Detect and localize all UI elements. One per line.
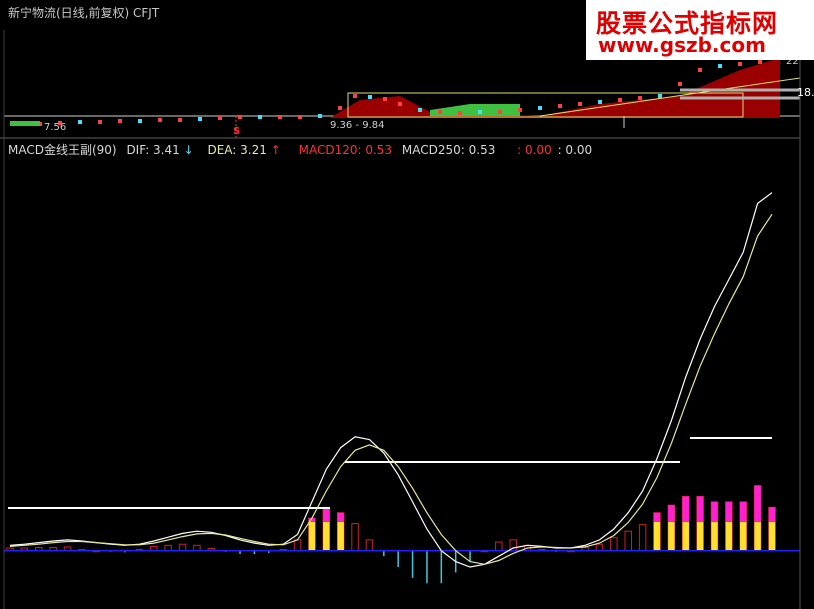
price-area-green-left xyxy=(10,121,40,126)
price-candle xyxy=(498,110,502,114)
price-area xyxy=(330,58,780,118)
price-candle xyxy=(258,115,262,119)
macd-bar-highlight xyxy=(653,521,661,551)
sell-marker: S xyxy=(233,126,241,137)
macd-bar xyxy=(595,543,604,552)
price-candle xyxy=(158,118,162,122)
indicator-legend: MACD金线王副(90) DIF: 3.41 ↓ DEA: 3.21 ↑ MAC… xyxy=(8,141,592,158)
price-candle xyxy=(738,62,742,66)
dif-value: DIF: 3.41 xyxy=(126,143,180,157)
price-candle xyxy=(98,120,102,124)
price-candle xyxy=(578,102,582,106)
macd-bar-highlight xyxy=(337,521,344,551)
indicator-name: MACD金线王副(90) xyxy=(8,143,117,157)
price-candle xyxy=(698,68,702,72)
price-candle xyxy=(718,64,722,68)
price-candle xyxy=(438,110,442,114)
macd-bar-highlight xyxy=(653,512,661,522)
macd-bar xyxy=(293,539,302,552)
macd-bar xyxy=(624,530,632,552)
price-candle xyxy=(383,97,387,101)
macd-bar xyxy=(638,524,647,552)
dif-arrow-icon: ↓ xyxy=(183,143,194,157)
price-candle xyxy=(338,106,342,110)
macd-bar xyxy=(495,541,503,552)
price-candle xyxy=(758,60,762,64)
macd-bar xyxy=(610,537,618,552)
macd-bar xyxy=(351,523,359,552)
price-low-label: 7.56 xyxy=(44,122,67,133)
macd-bar-highlight xyxy=(768,507,776,522)
price-candle xyxy=(678,82,682,86)
price-candle xyxy=(458,111,462,115)
macd120-value: MACD120: 0.53 xyxy=(298,143,393,157)
price-candle xyxy=(353,94,357,98)
macd-bar-highlight xyxy=(696,496,704,522)
dea-line xyxy=(9,213,773,565)
macd-bar-highlight xyxy=(337,512,344,522)
macd-bar-highlight xyxy=(725,501,733,522)
dif-line xyxy=(9,192,773,568)
watermark-logo: 股票公式指标网 www.gszb.com xyxy=(586,0,814,60)
macd-panel xyxy=(4,192,800,584)
watermark-url: www.gszb.com xyxy=(598,33,766,57)
macd-bar xyxy=(178,543,187,552)
price-range-label: 9.36 - 9.84 xyxy=(330,120,385,131)
macd-bar-highlight xyxy=(308,521,316,551)
price-panel xyxy=(4,56,801,138)
macd-bar xyxy=(164,544,172,552)
price-candle xyxy=(478,110,482,114)
price-candle xyxy=(78,120,82,124)
price-candle xyxy=(238,115,242,119)
dea-arrow-icon: ↑ xyxy=(270,143,281,157)
macd250-value: MACD250: 0.53 xyxy=(401,143,496,157)
macd-bar-highlight xyxy=(725,521,733,551)
macd-bar-highlight xyxy=(754,485,761,522)
price-candle xyxy=(138,119,142,123)
chart-title: 新宁物流(日线,前复权) CFJT xyxy=(8,6,160,20)
dea-value: DEA: 3.21 xyxy=(207,143,267,157)
price-candle xyxy=(658,94,662,98)
price-candle xyxy=(558,104,562,108)
price-candle xyxy=(218,116,222,120)
macd-bar-highlight xyxy=(668,521,675,551)
macd-bar-highlight xyxy=(740,521,747,551)
stock-chart xyxy=(0,0,801,609)
price-candle xyxy=(118,119,122,123)
macd-bar xyxy=(365,539,374,552)
price-candle xyxy=(318,114,322,118)
price-area-green xyxy=(430,104,520,116)
extra2-value: : 0.00 xyxy=(557,143,593,157)
macd-bar-highlight xyxy=(754,521,761,551)
macd-bar-highlight xyxy=(323,507,330,522)
price-candle xyxy=(278,115,282,119)
price-candle xyxy=(368,95,372,99)
macd-bar-highlight xyxy=(768,521,776,551)
macd-bar-highlight xyxy=(711,521,718,551)
macd-bar-highlight xyxy=(696,521,704,551)
macd-bar-highlight xyxy=(682,496,689,522)
price-candle xyxy=(418,108,422,112)
macd-bar xyxy=(193,544,201,552)
price-candle xyxy=(638,96,642,100)
price-candle xyxy=(398,102,402,106)
macd-bar-highlight xyxy=(740,501,747,522)
macd-bar-highlight xyxy=(711,501,718,522)
macd-bar-highlight xyxy=(668,505,675,522)
price-candle xyxy=(298,115,302,119)
extra-value: : 0.00 xyxy=(517,143,552,157)
price-candle xyxy=(198,117,202,121)
macd-bar-highlight xyxy=(323,521,330,551)
price-candle xyxy=(538,106,542,110)
price-candle xyxy=(518,108,522,112)
price-candle xyxy=(618,98,622,102)
price-candle xyxy=(598,100,602,104)
price-candle xyxy=(178,118,182,122)
axis-price-label: 18. xyxy=(797,86,814,99)
macd-bar-highlight xyxy=(682,521,689,551)
